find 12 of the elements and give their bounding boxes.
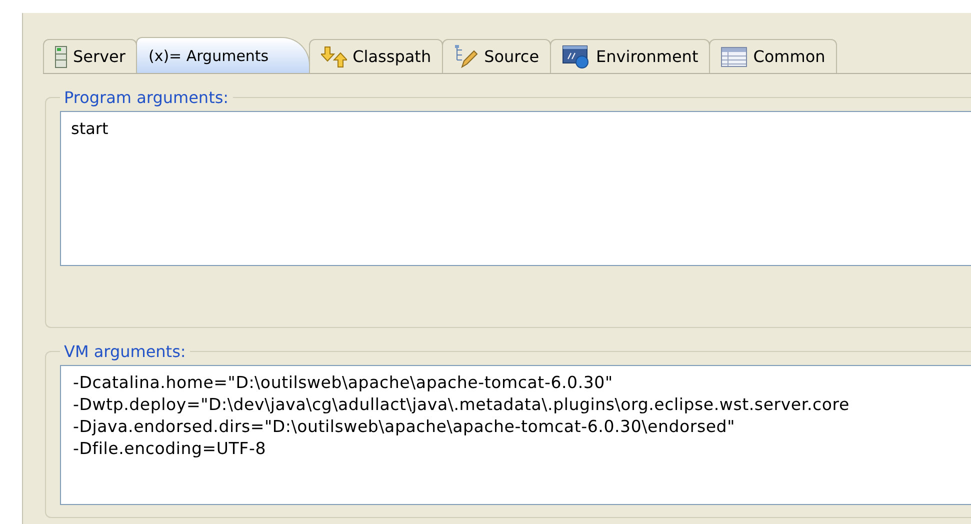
window-globe-icon xyxy=(562,44,590,68)
table-icon xyxy=(721,46,748,66)
tab[interactable]: (x)= Arguments xyxy=(136,37,310,73)
arrows-icon xyxy=(320,46,347,68)
vm-arguments-field[interactable]: -Dcatalina.home="D:\outilsweb\apache\apache-tomcat-6.0.30" -Dwtp.deploy="D:\dev\java\cg\adullact\java\.metadata\.plugins\org.eclipse.wst.server.core -Djava.endorsed.dirs="D:\outilsweb\apache\apache-tomcat-6.0.30\endorsed" -Dfile.encoding=UTF-8 xyxy=(60,365,971,505)
vm-arguments-label: VM arguments: xyxy=(63,342,187,361)
program-arguments-label: Program arguments: xyxy=(63,88,230,107)
server-icon xyxy=(55,46,67,68)
tab[interactable]: Server xyxy=(43,39,138,73)
program-arguments-field[interactable]: start xyxy=(60,111,971,266)
tree-pencil-icon xyxy=(454,44,478,68)
tab[interactable]: Common xyxy=(709,39,838,73)
